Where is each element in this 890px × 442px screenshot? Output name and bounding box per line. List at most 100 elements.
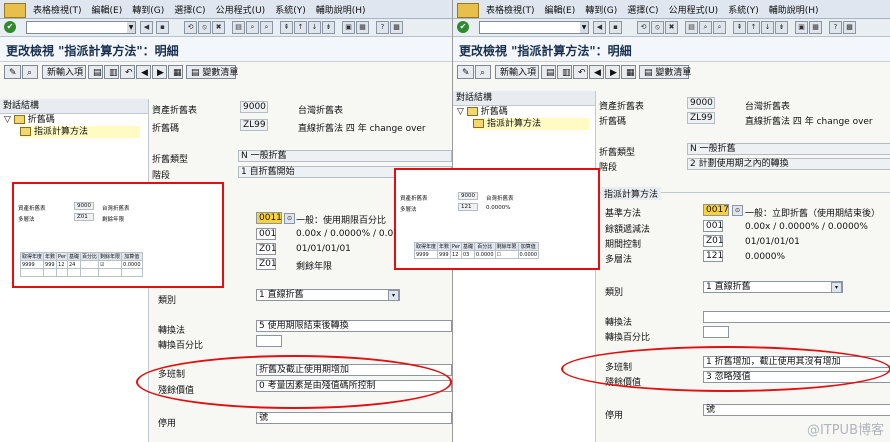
next-page-icon[interactable]: ↓: [761, 21, 774, 34]
menu-help[interactable]: 輔助說明(H): [764, 0, 824, 16]
change-display-icon[interactable]: ✎: [457, 65, 474, 79]
back-icon[interactable]: ◀: [593, 21, 606, 34]
menu-goto[interactable]: 轉到(G): [580, 0, 622, 16]
select-icon[interactable]: ▦: [621, 65, 636, 79]
multilevel-field[interactable]: Z01: [256, 258, 277, 270]
menu-table-view[interactable]: 表格檢視(T): [481, 0, 540, 16]
first-page-icon[interactable]: ⇞: [733, 21, 746, 34]
exit-icon[interactable]: ⦸: [651, 21, 664, 34]
depkey-label: 折舊碼: [599, 117, 627, 127]
conversion-field[interactable]: 5 使用期限結束後轉換: [256, 320, 452, 332]
new-session-icon[interactable]: ▣: [795, 21, 808, 34]
tree-item-assign-calc-method[interactable]: 指派計算方法: [20, 126, 140, 138]
search-help-icon[interactable]: ⊙: [284, 213, 295, 224]
back-icon[interactable]: ◀: [140, 21, 153, 34]
layout-icon[interactable]: ▩: [843, 21, 856, 34]
tree-item-depreciation-key[interactable]: ▽ 折舊碼: [4, 114, 55, 126]
shortcut-icon[interactable]: ▦: [356, 21, 369, 34]
tree-item-depreciation-key[interactable]: ▽ 折舊碼: [457, 106, 508, 118]
menu-goto[interactable]: 轉到(G): [127, 0, 169, 16]
change-display-icon[interactable]: ✎: [4, 65, 21, 79]
variable-list-button[interactable]: ▤ 變數清單: [639, 65, 691, 79]
command-field[interactable]: ▼: [479, 21, 589, 34]
find-icon[interactable]: ⌕: [699, 21, 712, 34]
save-icon[interactable]: ▪: [609, 21, 622, 34]
chevron-down-icon[interactable]: ▼: [127, 22, 135, 33]
copy-icon[interactable]: ▤: [88, 65, 103, 79]
command-field[interactable]: ▼: [26, 21, 136, 34]
class-field[interactable]: 1 直線折舊: [256, 289, 400, 301]
menu-utilities[interactable]: 公用程式(U): [664, 0, 724, 16]
help-icon[interactable]: ?: [376, 21, 389, 34]
shortcut-icon[interactable]: ▦: [809, 21, 822, 34]
declining-field[interactable]: 001: [256, 228, 276, 240]
period-control-field[interactable]: Z01: [256, 243, 277, 255]
menu-system[interactable]: 系統(Y): [270, 0, 311, 16]
prev-entry-icon[interactable]: ◀: [589, 65, 604, 79]
menu-utilities[interactable]: 公用程式(U): [211, 0, 271, 16]
period-control-field[interactable]: Z01: [703, 235, 724, 247]
shutdown-field[interactable]: 號: [703, 404, 890, 416]
layout-icon[interactable]: ▩: [390, 21, 403, 34]
dropdown-icon[interactable]: ▾: [831, 282, 842, 293]
find-next-icon[interactable]: ⌕: [260, 21, 273, 34]
enter-icon[interactable]: ✔: [457, 21, 469, 33]
delete-icon[interactable]: ▥: [557, 65, 572, 79]
shutdown-field[interactable]: 號: [256, 412, 452, 424]
first-page-icon[interactable]: ⇞: [280, 21, 293, 34]
exit-icon[interactable]: ⦸: [198, 21, 211, 34]
save-icon[interactable]: ▪: [156, 21, 169, 34]
back-green-icon[interactable]: ⟲: [184, 21, 197, 34]
menu-selection[interactable]: 選擇(C): [169, 0, 210, 16]
menu-help[interactable]: 輔助說明(H): [311, 0, 371, 16]
menu-edit[interactable]: 編輯(E): [540, 0, 581, 16]
class-field[interactable]: 1 直線折舊: [703, 281, 843, 293]
menu-selection[interactable]: 選擇(C): [622, 0, 663, 16]
variable-list-button[interactable]: ▤ 變數清單: [186, 65, 238, 79]
new-entries-button[interactable]: 新輸入項: [42, 65, 86, 79]
back-green-icon[interactable]: ⟲: [637, 21, 650, 34]
delete-icon[interactable]: ▥: [104, 65, 119, 79]
next-page-icon[interactable]: ↓: [308, 21, 321, 34]
menu-system[interactable]: 系統(Y): [723, 0, 764, 16]
last-page-icon[interactable]: ⇟: [322, 21, 335, 34]
find-next-icon[interactable]: ⌕: [713, 21, 726, 34]
sap-menu-icon[interactable]: [457, 3, 479, 18]
conversion-field[interactable]: [703, 311, 890, 323]
base-method-field[interactable]: 0011: [256, 212, 282, 224]
next-entry-icon[interactable]: ▶: [152, 65, 167, 79]
undo-icon[interactable]: ↶: [120, 65, 135, 79]
prev-entry-icon[interactable]: ◀: [136, 65, 151, 79]
col-years: 年數: [437, 242, 452, 251]
menu-edit[interactable]: 編輯(E): [87, 0, 128, 16]
print-icon[interactable]: ▤: [685, 21, 698, 34]
next-entry-icon[interactable]: ▶: [605, 65, 620, 79]
enter-icon[interactable]: ✔: [4, 21, 16, 33]
prev-page-icon[interactable]: ↑: [294, 21, 307, 34]
dropdown-icon[interactable]: ▾: [388, 290, 399, 301]
tree-item-assign-calc-method[interactable]: 指派計算方法: [473, 118, 589, 130]
sap-menu-icon[interactable]: [4, 3, 26, 18]
multilevel-field[interactable]: 121: [703, 250, 723, 262]
display-icon[interactable]: ⌕: [475, 65, 491, 79]
declining-field[interactable]: 001: [703, 220, 723, 232]
display-icon[interactable]: ⌕: [22, 65, 38, 79]
conversion-pct-field[interactable]: [256, 335, 282, 347]
prev-page-icon[interactable]: ↑: [747, 21, 760, 34]
cancel-icon[interactable]: ✖: [665, 21, 678, 34]
select-icon[interactable]: ▦: [168, 65, 183, 79]
cancel-icon[interactable]: ✖: [212, 21, 225, 34]
new-session-icon[interactable]: ▣: [342, 21, 355, 34]
undo-icon[interactable]: ↶: [573, 65, 588, 79]
last-page-icon[interactable]: ⇟: [775, 21, 788, 34]
find-icon[interactable]: ⌕: [246, 21, 259, 34]
base-method-field[interactable]: 0017: [703, 204, 729, 216]
menu-table-view[interactable]: 表格檢視(T): [28, 0, 87, 16]
chevron-down-icon[interactable]: ▼: [580, 22, 588, 33]
new-entries-button[interactable]: 新輸入項: [495, 65, 539, 79]
copy-icon[interactable]: ▤: [541, 65, 556, 79]
help-icon[interactable]: ?: [829, 21, 842, 34]
search-help-icon[interactable]: ⊙: [732, 205, 743, 216]
conversion-pct-field[interactable]: [703, 326, 729, 338]
print-icon[interactable]: ▤: [232, 21, 245, 34]
